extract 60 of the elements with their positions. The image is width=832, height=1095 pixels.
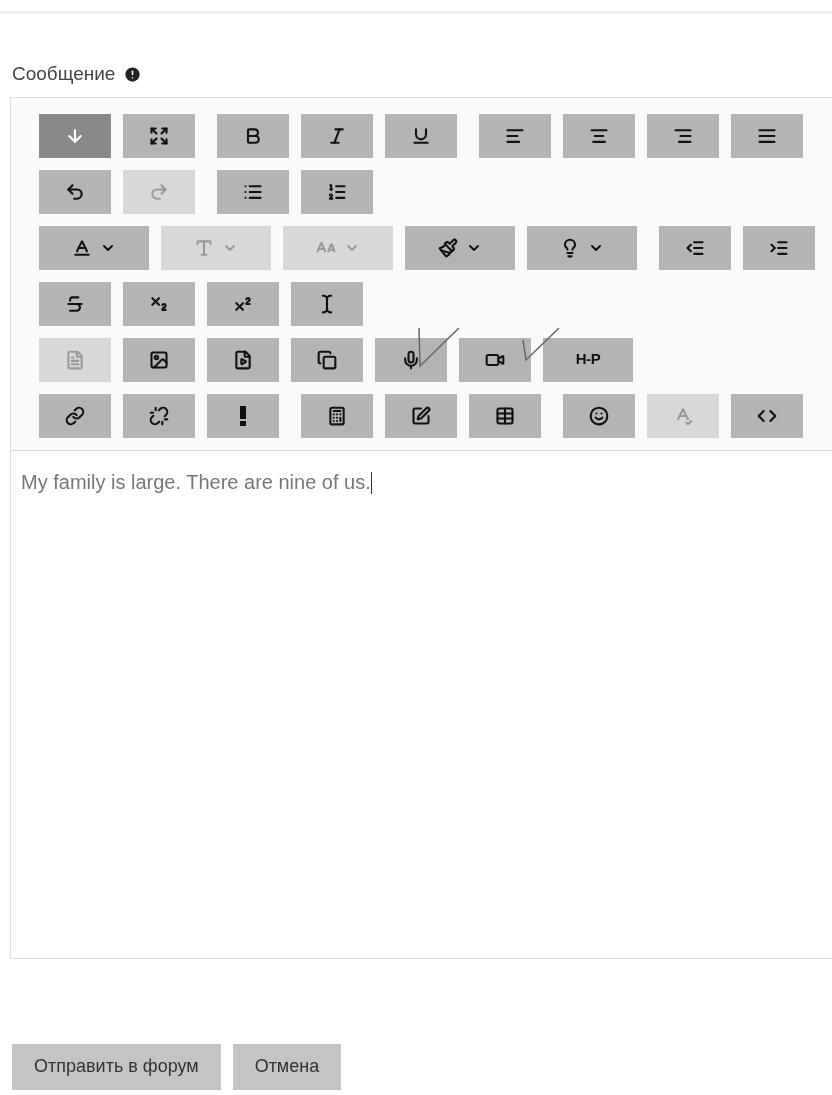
toolbar-button[interactable]	[123, 281, 195, 326]
edit-icon	[411, 405, 431, 426]
toolbar-button[interactable]	[217, 113, 289, 158]
redo-icon	[149, 181, 169, 202]
toolbar-button[interactable]	[405, 225, 515, 270]
toolbar-button[interactable]	[291, 281, 363, 326]
media-file-icon	[233, 349, 253, 370]
paintbrush-icon	[438, 237, 458, 258]
image-icon	[149, 349, 169, 370]
toolbar-button[interactable]	[527, 225, 637, 270]
toolbar-button[interactable]	[375, 337, 447, 382]
microphone-icon	[401, 349, 421, 370]
cancel-button[interactable]: Отмена	[232, 1043, 342, 1090]
undo-icon	[65, 181, 85, 202]
field-label: Сообщение	[12, 62, 116, 86]
toolbar-button[interactable]	[207, 337, 279, 382]
fullscreen-icon	[149, 125, 169, 146]
toolbar-button[interactable]	[731, 113, 803, 158]
toolbar-button[interactable]	[207, 393, 279, 438]
toolbar-button[interactable]	[563, 393, 635, 438]
calculator-icon	[327, 405, 347, 426]
toolbar-button[interactable]	[123, 393, 195, 438]
toolbar-button[interactable]	[39, 169, 111, 214]
italic-icon	[327, 125, 347, 146]
toolbar-button[interactable]	[123, 337, 195, 382]
underline-icon	[411, 125, 431, 146]
toolbar-button[interactable]	[469, 393, 541, 438]
document-icon	[65, 349, 85, 370]
exclamation-icon	[240, 405, 246, 426]
check-mark	[521, 325, 561, 362]
submit-button[interactable]: Отправить в форум	[12, 1043, 221, 1090]
unlink-icon	[149, 405, 169, 426]
numbered-list-icon	[327, 181, 347, 202]
toolbar-button[interactable]	[39, 281, 111, 326]
check-mark	[417, 325, 461, 368]
table-icon	[495, 405, 515, 426]
font-color-icon	[72, 237, 92, 258]
toolbar-button[interactable]	[459, 337, 531, 382]
toolbar-button[interactable]	[659, 225, 731, 270]
toolbar-button[interactable]	[39, 225, 149, 270]
toolbar-button[interactable]	[123, 113, 195, 158]
toolbar-button[interactable]	[563, 113, 635, 158]
toolbar-button[interactable]	[291, 337, 363, 382]
toolbar-button[interactable]	[743, 225, 815, 270]
smiley-icon	[589, 405, 609, 426]
link-icon	[65, 405, 85, 426]
toolbar-button[interactable]	[301, 169, 373, 214]
toolbar-button[interactable]	[217, 169, 289, 214]
toolbar-button[interactable]	[39, 393, 111, 438]
toolbar-button[interactable]	[479, 113, 551, 158]
toolbar-button[interactable]: H-P	[543, 337, 633, 382]
toolbar-button[interactable]	[301, 393, 373, 438]
copy-icon	[317, 349, 337, 370]
strikethrough-icon	[65, 293, 85, 314]
toolbar-button[interactable]	[207, 281, 279, 326]
info-icon	[123, 64, 143, 84]
font-family-icon	[194, 237, 214, 258]
toolbar-button[interactable]	[647, 113, 719, 158]
toolbar-button[interactable]	[385, 393, 457, 438]
toolbar-button[interactable]	[385, 113, 457, 158]
